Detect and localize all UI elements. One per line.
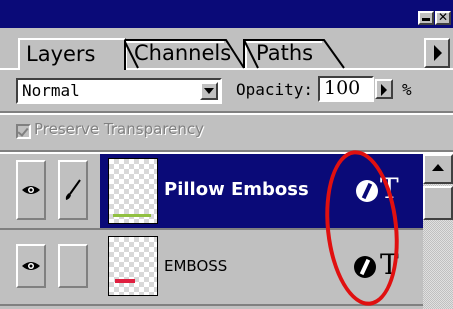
layer-thumbnail [108,236,158,296]
layer-name: EMBOSS [164,257,228,275]
layer-thumbnail [108,158,158,224]
layers-scrollbar[interactable] [423,154,453,309]
paint-link-toggle[interactable] [58,244,88,288]
blend-mode-value: Normal [22,81,80,100]
paint-link-toggle[interactable] [58,160,88,220]
preserve-transparency-label: Preserve Transparency [34,120,204,138]
eye-icon [22,262,40,270]
visibility-toggle[interactable] [16,244,46,288]
tab-layers[interactable]: Layers [18,38,126,70]
palette-tabs: Channels Paths Layers [0,28,453,70]
divider [0,113,453,115]
chevron-down-icon[interactable] [200,82,218,100]
scroll-up-button[interactable] [423,154,453,184]
thumbnail-content [113,214,151,217]
minimize-button[interactable] [418,11,434,25]
preserve-transparency-checkbox[interactable] [16,124,31,139]
opacity-label: Opacity: [236,80,314,99]
tab-paths[interactable]: Paths [244,40,356,68]
close-icon: ✕ [437,10,449,24]
palette-title-bar[interactable]: ✕ [0,0,453,28]
close-button[interactable]: ✕ [435,11,451,25]
eye-icon [22,186,40,194]
brush-icon [65,179,81,200]
opacity-unit: % [402,80,412,99]
tab-channels[interactable]: Channels [124,40,254,68]
divider [0,304,423,306]
panel-menu-arrow-icon[interactable] [424,38,450,68]
visibility-toggle[interactable] [16,160,46,220]
scroll-thumb[interactable] [423,186,453,220]
opacity-slider-button[interactable] [375,79,393,99]
layers-palette: ✕ Channels Paths Layers Normal Opacity: … [0,0,453,309]
opacity-input[interactable]: 100 [318,76,374,102]
blend-mode-select[interactable]: Normal [16,78,222,104]
thumbnail-content [115,279,135,283]
layer-name: Pillow Emboss [164,179,309,200]
